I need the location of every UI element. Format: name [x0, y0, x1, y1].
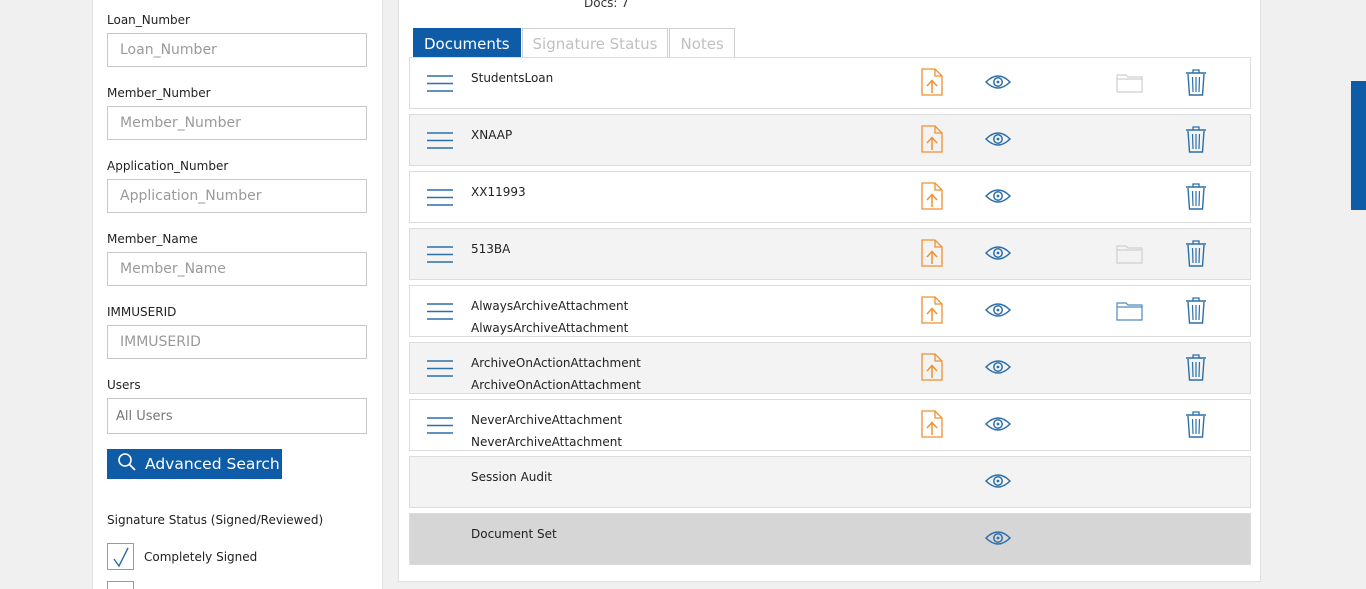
- folder-icon: [1116, 243, 1143, 268]
- upload-file-icon[interactable]: [921, 68, 943, 100]
- document-name-line2: NeverArchiveAttachment: [471, 435, 623, 449]
- document-list: StudentsLoan XNAAP XX11993 513BA AlwaysArchi…: [409, 57, 1251, 570]
- users-select-value: All Users: [116, 409, 173, 424]
- eye-icon[interactable]: [984, 472, 1012, 494]
- loan-number-label: Loan_Number: [107, 13, 190, 27]
- tab-signature-status[interactable]: Signature Status: [521, 28, 669, 58]
- hamburger-icon[interactable]: [427, 303, 453, 320]
- folder-icon[interactable]: [1116, 300, 1143, 325]
- signature-option-2[interactable]: [107, 581, 144, 589]
- application-number-label: Application_Number: [107, 159, 229, 173]
- advanced-search-label: Advanced Search: [145, 455, 280, 473]
- document-name: ArchiveOnActionAttachment ArchiveOnAction…: [471, 352, 641, 396]
- member-name-label: Member_Name: [107, 232, 198, 246]
- upload-file-icon[interactable]: [921, 353, 943, 385]
- users-select[interactable]: All Users: [107, 398, 367, 434]
- eye-icon[interactable]: [984, 73, 1012, 95]
- document-row[interactable]: XX11993: [409, 171, 1251, 223]
- eye-icon[interactable]: [984, 358, 1012, 380]
- completely-signed-option[interactable]: Completely Signed: [107, 543, 257, 570]
- documents-panel: Docs: 7 Documents Signature Status Notes…: [398, 0, 1261, 582]
- immuserid-input[interactable]: [107, 325, 367, 359]
- document-name: 513BA: [471, 238, 510, 260]
- trash-icon[interactable]: [1185, 68, 1207, 100]
- docs-count: Docs: 7: [584, 0, 629, 10]
- document-name-line1: XNAAP: [471, 128, 513, 142]
- hamburger-icon[interactable]: [427, 417, 453, 434]
- signature-option-2-checkbox[interactable]: [107, 581, 134, 589]
- document-row[interactable]: ArchiveOnActionAttachment ArchiveOnAction…: [409, 342, 1251, 394]
- document-name-line1: XX11993: [471, 185, 526, 199]
- search-panel: Loan_Number Member_Number Application_Nu…: [92, 0, 383, 589]
- hamburger-icon[interactable]: [427, 132, 453, 149]
- immuserid-label: IMMUSERID: [107, 305, 177, 319]
- member-number-label: Member_Number: [107, 86, 211, 100]
- eye-icon[interactable]: [984, 301, 1012, 323]
- document-row[interactable]: Session Audit: [409, 456, 1251, 508]
- checkmark-icon: [112, 547, 129, 567]
- eye-icon[interactable]: [984, 529, 1012, 551]
- document-name-line1: StudentsLoan: [471, 71, 554, 85]
- hamburger-icon[interactable]: [427, 75, 453, 92]
- document-name-line1: AlwaysArchiveAttachment: [471, 299, 629, 313]
- hamburger-icon[interactable]: [427, 360, 453, 377]
- trash-icon[interactable]: [1185, 239, 1207, 271]
- advanced-search-button[interactable]: Advanced Search: [107, 449, 282, 479]
- upload-file-icon[interactable]: [921, 239, 943, 271]
- signature-status-heading: Signature Status (Signed/Reviewed): [107, 513, 324, 527]
- eye-icon[interactable]: [984, 244, 1012, 266]
- document-name: StudentsLoan: [471, 67, 553, 89]
- hamburger-icon[interactable]: [427, 189, 453, 206]
- upload-file-icon[interactable]: [921, 182, 943, 214]
- document-name-line1: 513BA: [471, 242, 511, 256]
- hamburger-icon[interactable]: [427, 246, 453, 263]
- document-tabs: Documents Signature Status Notes: [413, 28, 736, 58]
- trash-icon[interactable]: [1185, 410, 1207, 442]
- loan-number-input[interactable]: [107, 33, 367, 67]
- document-row[interactable]: 513BA: [409, 228, 1251, 280]
- document-row[interactable]: NeverArchiveAttachment NeverArchiveAttach…: [409, 399, 1251, 451]
- trash-icon[interactable]: [1185, 125, 1207, 157]
- upload-file-icon[interactable]: [921, 296, 943, 328]
- tab-documents[interactable]: Documents: [413, 28, 521, 58]
- search-icon: [117, 452, 145, 476]
- document-name-line1: Document Set: [471, 527, 557, 541]
- completely-signed-label: Completely Signed: [144, 549, 258, 564]
- eye-icon[interactable]: [984, 130, 1012, 152]
- document-row[interactable]: XNAAP: [409, 114, 1251, 166]
- upload-file-icon[interactable]: [921, 410, 943, 442]
- document-name-line1: ArchiveOnActionAttachment: [471, 356, 641, 370]
- tab-notes[interactable]: Notes: [669, 28, 735, 58]
- eye-icon[interactable]: [984, 415, 1012, 437]
- completely-signed-checkbox[interactable]: [107, 543, 134, 570]
- document-name-line1: NeverArchiveAttachment: [471, 413, 623, 427]
- trash-icon[interactable]: [1185, 296, 1207, 328]
- folder-icon: [1116, 72, 1143, 97]
- trash-icon[interactable]: [1185, 353, 1207, 385]
- document-name: Session Audit: [471, 466, 552, 488]
- document-name-line2: AlwaysArchiveAttachment: [471, 321, 629, 335]
- document-row[interactable]: StudentsLoan: [409, 57, 1251, 109]
- document-name-line1: Session Audit: [471, 470, 553, 484]
- document-name: XNAAP: [471, 124, 512, 146]
- document-name: AlwaysArchiveAttachment AlwaysArchiveAtta…: [471, 295, 628, 339]
- document-name-line2: ArchiveOnActionAttachment: [471, 378, 641, 392]
- application-number-input[interactable]: [107, 179, 367, 213]
- document-name: NeverArchiveAttachment NeverArchiveAttach…: [471, 409, 622, 453]
- upload-file-icon[interactable]: [921, 125, 943, 157]
- eye-icon[interactable]: [984, 187, 1012, 209]
- document-row[interactable]: AlwaysArchiveAttachment AlwaysArchiveAtta…: [409, 285, 1251, 337]
- document-name: XX11993: [471, 181, 526, 203]
- member-name-input[interactable]: [107, 252, 367, 286]
- right-edge-tab[interactable]: [1351, 81, 1366, 210]
- member-number-input[interactable]: [107, 106, 367, 140]
- users-label: Users: [107, 378, 141, 392]
- document-name: Document Set: [471, 523, 557, 545]
- document-row[interactable]: Document Set: [409, 513, 1251, 565]
- trash-icon[interactable]: [1185, 182, 1207, 214]
